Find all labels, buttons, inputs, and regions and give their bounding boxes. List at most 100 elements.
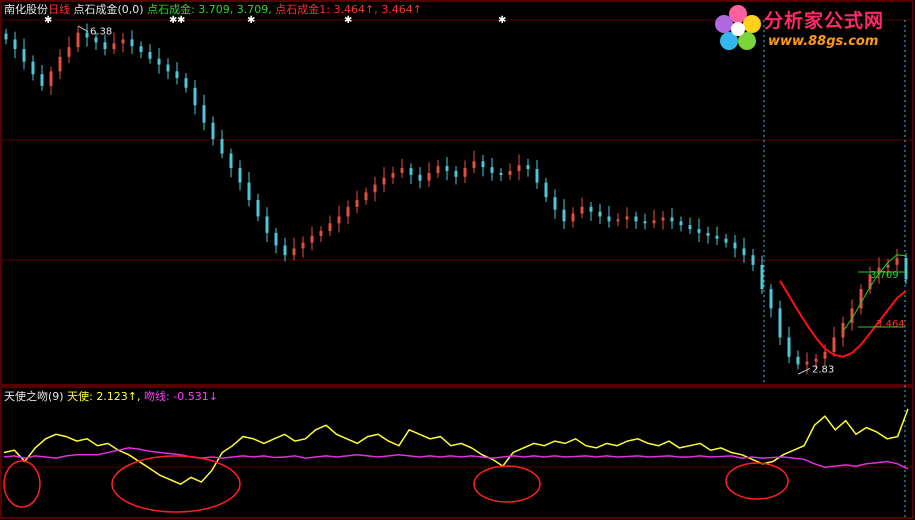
period-label[interactable]: 日线	[48, 3, 70, 16]
candle-body	[355, 200, 359, 207]
chart-canvas: 6.382.833.7093.464✱ ✱ ✱ ✱ ✱ ✱	[0, 0, 914, 519]
candle-body	[526, 165, 530, 170]
low-price-label: 2.83	[812, 364, 834, 375]
candle-body	[418, 174, 422, 181]
highlight-circle	[111, 455, 241, 513]
candle-body	[508, 171, 512, 175]
candle-body	[157, 58, 161, 65]
candle-body	[328, 223, 332, 231]
candle-body	[211, 122, 215, 140]
candle-body	[220, 139, 224, 154]
candle-body	[679, 221, 683, 226]
indicator-call[interactable]: 点石成金(0,0)	[74, 3, 144, 16]
candle-body	[121, 39, 125, 44]
candle-body	[337, 216, 341, 224]
candle-body	[391, 172, 395, 178]
sub-indicator-call[interactable]: 天使之吻(9)	[4, 390, 64, 403]
stock-chart-window: 6.38 2.83 3.709 3.464 ✱ ✱ ✱ ✱ ✱ ✱ 南化股份日线 点石成金(0,0…	[0, 0, 915, 520]
candle-body	[823, 351, 827, 359]
candle-body	[76, 32, 80, 48]
ma-green-value-label: 3.709	[870, 270, 899, 281]
candle-body	[184, 78, 188, 88]
candle-body	[436, 166, 440, 173]
kiss-label: 吻线:	[144, 390, 170, 403]
candle-body	[112, 43, 116, 50]
candle-body	[427, 172, 431, 181]
angel-label: 天使:	[67, 390, 93, 403]
stock-name[interactable]: 南化股份	[4, 3, 48, 16]
line1-label: 点石成金:	[147, 3, 195, 16]
candle-body	[571, 213, 575, 222]
candle-body	[652, 220, 656, 224]
candle-body	[202, 105, 206, 123]
candle-body	[643, 221, 647, 224]
candle-body	[499, 172, 503, 175]
candle-body	[778, 308, 782, 338]
candle-body	[634, 216, 638, 222]
angel-line	[3, 408, 909, 486]
candle-body	[769, 289, 773, 309]
candle-body	[697, 229, 701, 233]
signal-star-icon: ✱	[247, 15, 255, 26]
candle-body	[742, 248, 746, 256]
logo-title: 分析家公式网	[764, 10, 885, 32]
candle-body	[580, 206, 584, 214]
candle-body	[400, 168, 404, 173]
candle-body	[274, 232, 278, 246]
candle-body	[4, 33, 8, 40]
candle-body	[139, 46, 143, 52]
candle-body	[814, 358, 818, 362]
candle-body	[103, 42, 107, 50]
candle-body	[301, 242, 305, 249]
signal-star-icon: ✱	[344, 15, 352, 26]
candle-body	[175, 71, 179, 79]
candle-body	[409, 168, 413, 175]
highlight-circle	[3, 460, 41, 508]
candle-body	[148, 51, 152, 59]
candle-body	[94, 37, 98, 43]
candle-body	[454, 171, 458, 177]
sub-panel-frame	[0, 386, 914, 519]
candle-body	[787, 337, 791, 357]
candle-body	[724, 238, 728, 243]
candle-body	[616, 219, 620, 222]
candle-body	[589, 206, 593, 212]
candle-body	[40, 74, 44, 86]
candle-body	[166, 64, 170, 72]
line1-values: 3.709, 3.709,	[198, 3, 272, 16]
candle-body	[670, 217, 674, 222]
logo-url: www.88gs.com	[768, 34, 879, 49]
candle-body	[31, 61, 35, 75]
sub-chart-header: 天使之吻(9) 天使: 2.123↑, 吻线: -0.531↓	[4, 390, 218, 403]
flower-logo-icon	[715, 5, 761, 50]
candle-body	[904, 258, 908, 280]
candle-body	[130, 39, 134, 47]
candle-body	[346, 206, 350, 217]
candle-body	[760, 264, 764, 290]
signal-star-icon: ✱	[177, 15, 185, 26]
kiss-value: -0.531↓	[173, 390, 218, 403]
candle-body	[895, 258, 899, 265]
candle-body	[292, 248, 296, 256]
candle-body	[373, 184, 377, 193]
main-panel-frame	[0, 0, 914, 386]
candle-body	[49, 71, 53, 86]
candle-body	[733, 242, 737, 249]
candle-body	[562, 209, 566, 222]
candle-body	[481, 161, 485, 168]
candle-body	[607, 216, 611, 222]
signal-star-icon: ✱	[498, 15, 506, 26]
candle-body	[472, 161, 476, 169]
candle-body	[85, 32, 89, 38]
candle-body	[598, 211, 602, 217]
candle-body	[265, 216, 269, 233]
candle-body	[310, 235, 314, 243]
candle-body	[886, 264, 890, 268]
candle-body	[283, 245, 287, 256]
candle-body	[382, 177, 386, 185]
candle-body	[796, 356, 800, 365]
highlight-circle	[725, 462, 789, 500]
candle-body	[715, 235, 719, 239]
main-chart-header: 南化股份日线 点石成金(0,0) 点石成金: 3.709, 3.709, 点石成…	[4, 3, 422, 16]
candle-body	[463, 168, 467, 177]
